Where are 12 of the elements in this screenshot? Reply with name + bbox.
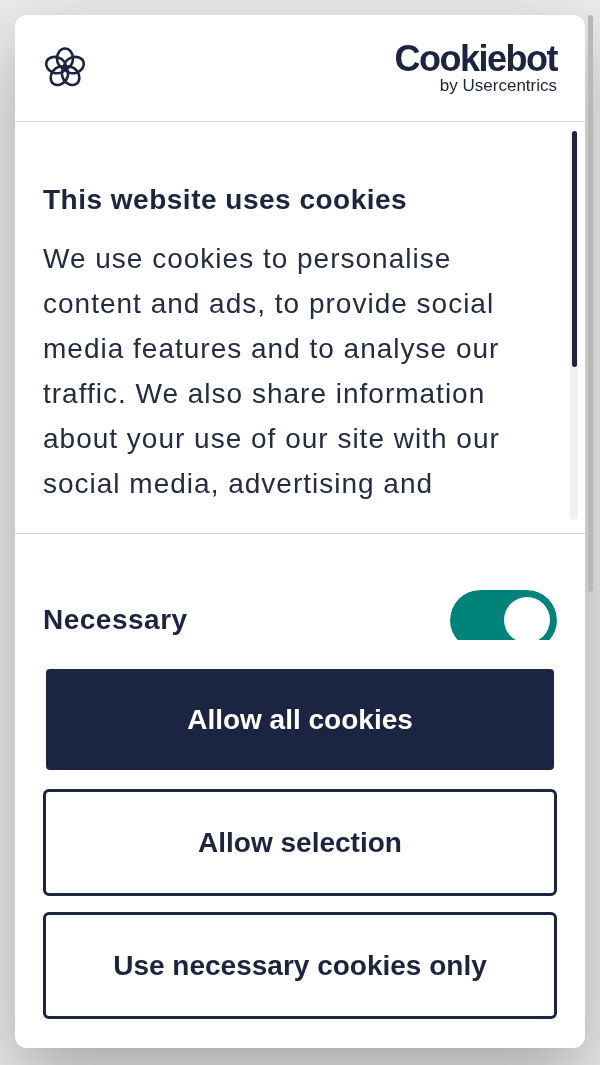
page-scrollbar-thumb[interactable] [588, 15, 593, 592]
logo-wordmark: Cookiebot [394, 41, 557, 77]
category-label: Necessary [43, 603, 188, 637]
toggle-switch[interactable] [450, 590, 557, 640]
cookie-description: We use cookies to personalise content and ads, to provide social media features and to analyse our traffic. We also share information about your use of our site with our social media, advertising and [43, 242, 501, 501]
scrollbar-track[interactable] [570, 131, 578, 520]
scrollbar-thumb[interactable] [571, 131, 577, 367]
allow-all-button[interactable]: Allow all cookies [46, 669, 554, 770]
consent-option-button[interactable]: Use necessary cookies only [43, 912, 557, 1019]
dialog-title: This website uses cookies [43, 183, 409, 217]
logo-byline: by Usercentrics [439, 77, 557, 95]
consent-option-button[interactable]: Allow selection [43, 789, 557, 896]
